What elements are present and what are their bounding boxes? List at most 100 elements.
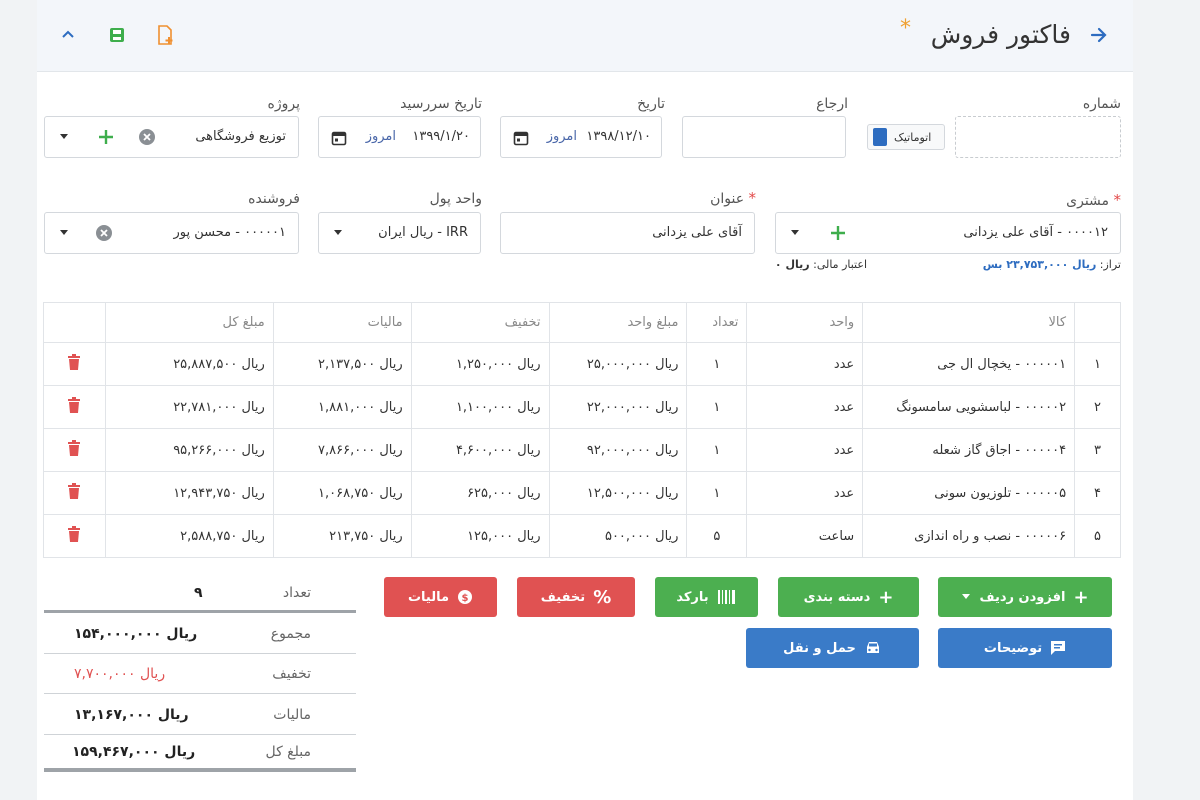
collapse-chevron-icon[interactable] [55,22,81,48]
row-tax[interactable]: ریال ۱,۰۶۸,۷۵۰ [272,471,412,515]
discount-sum-value: ریال ۷,۷۰۰,۰۰۰ [74,666,166,682]
add-icon[interactable] [828,223,848,243]
table-row[interactable]: ۲ ۰۰۰۰۰۲ - لباسشویی سامسونگ عدد ۱ ریال ۲… [43,385,1121,429]
date-label: تاریخ [637,96,665,112]
row-discount[interactable]: ریال ۱۲۵,۰۰۰ [410,514,550,558]
clear-icon[interactable] [138,128,156,146]
seller-select[interactable]: ۰۰۰۰۰۱ - محسن پور [44,212,299,254]
row-item[interactable]: ۰۰۰۰۰۶ - نصب و راه اندازی [862,514,1076,558]
dropdown-caret-icon[interactable] [333,229,343,237]
number-field[interactable] [955,116,1121,158]
new-document-icon[interactable] [152,22,178,48]
date-value: ۱۳۹۸/۱۲/۱۰ [586,129,651,144]
row-item[interactable]: ۰۰۰۰۰۴ - اجاق گاز شعله [862,428,1076,472]
trash-icon[interactable] [67,354,81,370]
barcode-icon [717,590,735,604]
balance-label: تراز: [1099,258,1121,271]
col-actions [43,302,106,343]
credit-value: ریال ۰ [774,258,810,271]
sum-value: ریال ۱۵۴,۰۰۰,۰۰۰ [74,626,198,642]
project-select[interactable]: توزیع فروشگاهی [44,116,299,158]
due-date-input[interactable]: ۱۳۹۹/۱/۲۰ امروز [318,116,481,158]
balance-note: تراز: ریال ۲۳,۷۵۳,۰۰۰ بس [983,258,1121,271]
row-item[interactable]: ۰۰۰۰۰۱ - یخچال ال جی [862,342,1076,386]
add-row-button[interactable]: + افزودن ردیف [938,577,1112,617]
trash-icon[interactable] [67,483,81,499]
row-discount[interactable]: ریال ۱,۱۰۰,۰۰۰ [410,385,550,429]
row-unit-price[interactable]: ریال ۵۰۰,۰۰۰ [548,514,688,558]
row-delete-cell [43,514,106,558]
row-unit[interactable]: عدد [746,428,864,472]
row-index: ۴ [1074,471,1121,515]
row-unit-price[interactable]: ریال ۲۲,۰۰۰,۰۰۰ [548,385,688,429]
seller-label: فروشنده [248,191,300,207]
row-total: ریال ۲۵,۸۸۷,۵۰۰ [104,342,274,386]
customer-select[interactable]: ۰۰۰۰۱۲ - آقای علی یزدانی [775,212,1121,254]
dropdown-caret-icon [962,594,971,599]
currency-select[interactable]: IRR - ریال ایران [318,212,481,254]
table-row[interactable]: ۳ ۰۰۰۰۰۴ - اجاق گاز شعله عدد ۱ ریال ۹۲,۰… [43,428,1121,472]
project-value: توزیع فروشگاهی [195,129,286,144]
table-row[interactable]: ۵ ۰۰۰۰۰۶ - نصب و راه اندازی ساعت ۵ ریال … [43,514,1121,558]
row-qty[interactable]: ۱ [686,385,748,429]
row-total: ریال ۹۵,۲۶۶,۰۰۰ [104,428,274,472]
category-button[interactable]: + دسته بندی [778,577,919,617]
save-icon[interactable] [104,22,130,48]
clear-icon[interactable] [95,224,113,242]
row-unit[interactable]: عدد [746,471,864,515]
row-unit[interactable]: عدد [746,385,864,429]
tax-button[interactable]: $ مالیات [384,577,497,617]
row-unit-price[interactable]: ریال ۱۲,۵۰۰,۰۰۰ [548,471,688,515]
row-qty[interactable]: ۵ [686,514,748,558]
row-tax[interactable]: ریال ۲۱۳,۷۵۰ [272,514,412,558]
row-tax[interactable]: ریال ۷,۸۶۶,۰۰۰ [272,428,412,472]
calendar-icon[interactable] [513,130,529,146]
row-qty[interactable]: ۱ [686,471,748,515]
header-bar: فاکتور فروش * [37,0,1133,72]
trash-icon[interactable] [67,397,81,413]
trash-icon[interactable] [67,526,81,542]
row-qty[interactable]: ۱ [686,428,748,472]
add-icon[interactable] [96,127,116,147]
subject-input[interactable]: آقای علی یزدانی [500,212,755,254]
required-mark: * [1113,191,1122,209]
date-today-link[interactable]: امروز [547,129,577,144]
row-tax[interactable]: ریال ۱,۸۸۱,۰۰۰ [272,385,412,429]
project-label: پروژه [267,96,300,112]
dropdown-caret-icon[interactable] [59,229,69,237]
row-item[interactable]: ۰۰۰۰۰۲ - لباسشویی سامسونگ [862,385,1076,429]
barcode-button[interactable]: بارکد [655,577,758,617]
date-input[interactable]: ۱۳۹۸/۱۲/۱۰ امروز [500,116,662,158]
dropdown-caret-icon[interactable] [59,133,69,141]
reference-input[interactable] [682,116,846,158]
row-unit[interactable]: ساعت [746,514,864,558]
row-unit-price[interactable]: ریال ۲۵,۰۰۰,۰۰۰ [548,342,688,386]
row-discount[interactable]: ریال ۶۲۵,۰۰۰ [410,471,550,515]
trash-icon[interactable] [67,440,81,456]
row-tax[interactable]: ریال ۲,۱۳۷,۵۰۰ [272,342,412,386]
dropdown-caret-icon[interactable] [790,229,800,237]
auto-number-toggle[interactable]: اتوماتیک [867,124,945,150]
shipping-button[interactable]: حمل و نقل [746,628,919,668]
row-discount[interactable]: ریال ۱,۲۵۰,۰۰۰ [410,342,550,386]
auto-toggle-indicator [873,128,887,146]
row-item[interactable]: ۰۰۰۰۰۵ - تلوزیون سونی [862,471,1076,515]
due-today-link[interactable]: امروز [366,129,396,144]
discount-button[interactable]: % تخفیف [517,577,635,617]
row-unit-price[interactable]: ریال ۹۲,۰۰۰,۰۰۰ [548,428,688,472]
table-row[interactable]: ۴ ۰۰۰۰۰۵ - تلوزیون سونی عدد ۱ ریال ۱۲,۵۰… [43,471,1121,515]
notes-button[interactable]: توضیحات [938,628,1112,668]
row-discount[interactable]: ریال ۴,۶۰۰,۰۰۰ [410,428,550,472]
back-arrow-icon[interactable] [1083,20,1113,50]
credit-note: اعتبار مالی: ریال ۰ [775,258,867,271]
col-item: کالا [862,302,1076,343]
subject-label-text: عنوان [710,191,745,207]
reference-label: ارجاع [816,96,848,112]
count-label: تعداد [282,585,311,601]
auto-label: اتوماتیک [894,130,932,144]
table-row[interactable]: ۱ ۰۰۰۰۰۱ - یخچال ال جی عدد ۱ ریال ۲۵,۰۰۰… [43,342,1121,386]
row-qty[interactable]: ۱ [686,342,748,386]
row-unit[interactable]: عدد [746,342,864,386]
total-value: ریال ۱۵۹,۴۶۷,۰۰۰ [72,744,196,760]
calendar-icon[interactable] [331,130,347,146]
